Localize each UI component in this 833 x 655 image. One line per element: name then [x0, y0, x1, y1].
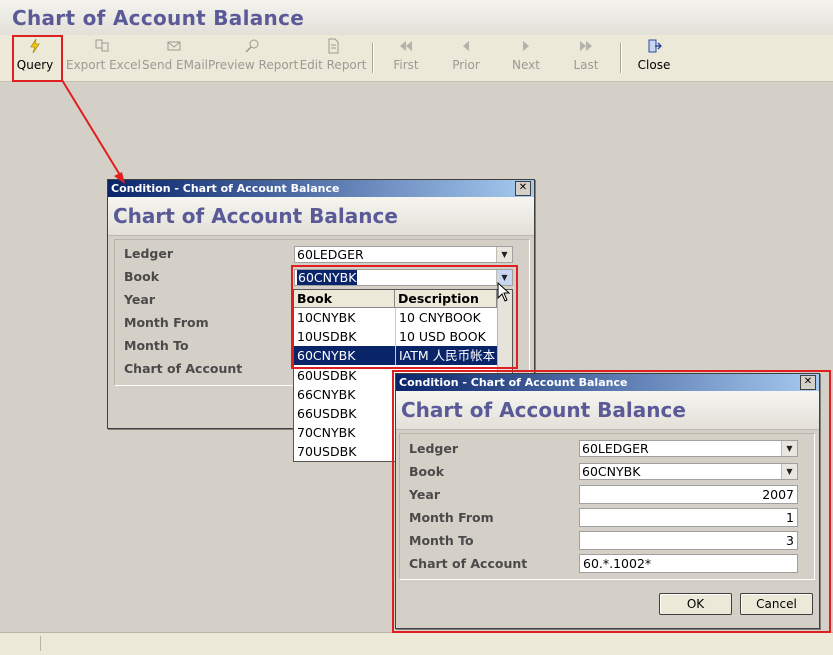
edit-report-label: Edit Report: [299, 58, 367, 72]
export-icon: [94, 38, 110, 54]
query-highlight-box: [12, 35, 63, 82]
magnifier-icon: [244, 38, 260, 54]
preview-report-button[interactable]: Preview Report: [208, 35, 299, 81]
next-icon: [518, 38, 534, 54]
email-icon: [166, 38, 182, 54]
ledger-label: Ledger: [124, 246, 173, 261]
prior-label: Prior: [452, 58, 480, 72]
first-label: First: [393, 58, 419, 72]
app-title: Chart of Account Balance: [12, 6, 305, 30]
list-item-book: 70CNYBK: [297, 425, 356, 440]
toolbar: Query Export Excel Send EMail Preview Re…: [0, 35, 833, 82]
prior-button[interactable]: Prior: [444, 35, 488, 81]
prior-icon: [458, 38, 474, 54]
status-bar: [0, 632, 833, 655]
list-item-book: 66USDBK: [297, 406, 357, 421]
book-highlight-box: [291, 265, 518, 369]
last-icon: [578, 38, 594, 54]
ledger-value: 60LEDGER: [297, 247, 364, 262]
dialog-close-button[interactable]: ✕: [515, 181, 531, 196]
status-separator: [40, 636, 41, 651]
list-item-book: 70USDBK: [297, 444, 357, 459]
next-label: Next: [512, 58, 540, 72]
send-email-label: Send EMail: [142, 58, 208, 72]
dialog-title: Condition - Chart of Account Balance: [111, 182, 340, 195]
dialog-titlebar: Condition - Chart of Account Balance ✕: [108, 180, 534, 197]
dialog-highlight-box: [392, 370, 831, 633]
last-button[interactable]: Last: [564, 35, 608, 81]
year-label: Year: [124, 292, 155, 307]
edit-report-button[interactable]: Edit Report: [298, 35, 368, 81]
close-button[interactable]: Close: [632, 35, 676, 81]
first-icon: [398, 38, 414, 54]
dialog-heading-band: Chart of Account Balance: [108, 197, 534, 236]
export-excel-label: Export Excel: [66, 58, 141, 72]
book-label: Book: [124, 269, 160, 284]
exit-door-icon: [646, 38, 662, 54]
toolbar-separator: [372, 43, 374, 73]
chevron-down-icon[interactable]: ▼: [496, 247, 512, 262]
first-button[interactable]: First: [384, 35, 428, 81]
last-label: Last: [573, 58, 599, 72]
preview-report-label: Preview Report: [208, 58, 299, 72]
app-titlebar: Chart of Account Balance: [0, 0, 833, 36]
chart-of-account-label: Chart of Account: [124, 361, 243, 376]
close-label: Close: [637, 58, 671, 72]
next-button[interactable]: Next: [504, 35, 548, 81]
toolbar-separator: [620, 43, 622, 73]
dialog-heading: Chart of Account Balance: [113, 204, 398, 228]
document-icon: [325, 38, 341, 54]
month-to-label: Month To: [124, 338, 189, 353]
ledger-combobox[interactable]: 60LEDGER ▼: [294, 246, 513, 263]
export-excel-button[interactable]: Export Excel: [66, 35, 141, 81]
month-from-label: Month From: [124, 315, 209, 330]
list-item-book: 66CNYBK: [297, 387, 356, 402]
send-email-button[interactable]: Send EMail: [142, 35, 208, 81]
